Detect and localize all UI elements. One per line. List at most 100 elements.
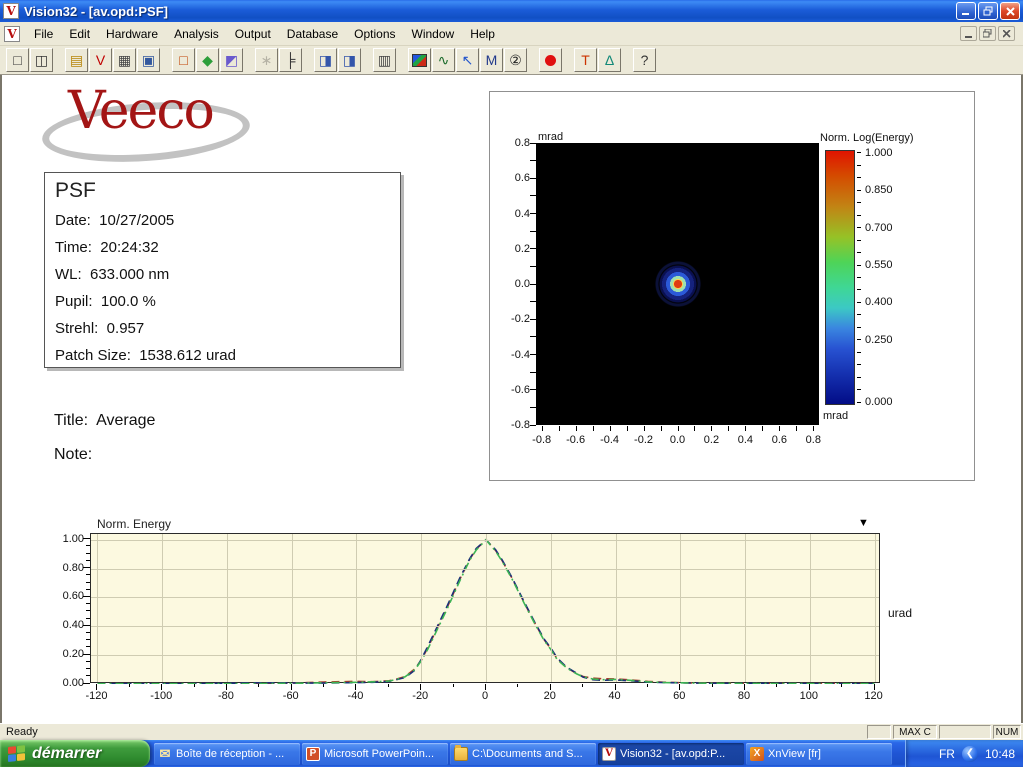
chart-y-tick — [86, 603, 90, 604]
menu-item-edit[interactable]: Edit — [61, 24, 98, 44]
new-measurement-icon: □ — [179, 52, 187, 68]
mdi-close-button[interactable] — [998, 26, 1015, 41]
title-label: Title: — [54, 412, 88, 429]
tray-hide-icon[interactable]: ❮ — [962, 746, 978, 762]
y-axis-tick — [530, 143, 536, 144]
chart-x-tick — [679, 684, 680, 690]
intensity-button[interactable]: ∗ — [255, 48, 278, 72]
open-file-button[interactable]: ▤ — [65, 48, 88, 72]
x-axis-tick — [593, 426, 594, 431]
mdi-restore-button[interactable] — [979, 26, 996, 41]
x-axis-tick-label: 0.2 — [699, 434, 723, 446]
analysis-cursor-button[interactable]: ↖ — [456, 48, 479, 72]
menu-item-options[interactable]: Options — [346, 24, 403, 44]
m-analysis-button[interactable]: M — [480, 48, 503, 72]
chart-y-tick — [86, 574, 90, 575]
taskbar-task-xnview[interactable]: XXnView [fr] — [746, 743, 892, 765]
measure-setup-button[interactable]: ◨ — [314, 48, 337, 72]
menu-items: FileEditHardwareAnalysisOutputDatabaseOp… — [26, 24, 503, 44]
taskbar-task-ppt[interactable]: PMicrosoft PowerPoin... — [302, 743, 448, 765]
mdi-minimize-button[interactable] — [960, 26, 977, 41]
status-cell-empty — [939, 725, 991, 739]
text-tool-button[interactable]: T — [574, 48, 597, 72]
new-multi-document-button[interactable]: ◫ — [30, 48, 53, 72]
chart-y-tick — [86, 560, 90, 561]
x-axis-tick — [745, 426, 746, 431]
language-indicator[interactable]: FR — [939, 747, 955, 761]
chart-gridline-v — [97, 534, 98, 682]
measure-setup-icon: ◨ — [319, 52, 332, 69]
lab-analysis-button[interactable]: Δ — [598, 48, 621, 72]
taskbar-task-mail[interactable]: ✉Boîte de réception - ... — [154, 743, 300, 765]
chart-x-tick — [129, 684, 130, 687]
close-button[interactable] — [1000, 2, 1020, 20]
new-document-button[interactable]: □ — [6, 48, 29, 72]
chart-y-tick — [86, 646, 90, 647]
minimize-button[interactable] — [956, 2, 976, 20]
folder-icon — [454, 747, 468, 761]
chart-y-tick — [86, 545, 90, 546]
caliper-button[interactable]: ╞ — [279, 48, 302, 72]
y-axis-tick-label: -0.6 — [498, 384, 530, 396]
windows-logo-icon — [8, 745, 26, 763]
chart-gridline-v — [292, 534, 293, 682]
x-axis-tick — [813, 426, 814, 431]
window-title: Vision32 - [av.opd:PSF] — [24, 4, 954, 19]
caliper-icon: ╞ — [286, 52, 296, 68]
masks-button[interactable]: ◩ — [220, 48, 243, 72]
chart-x-tick — [194, 684, 195, 687]
process-data-button[interactable]: ◆ — [196, 48, 219, 72]
x-axis-tick — [610, 426, 611, 431]
restore-button[interactable] — [978, 2, 998, 20]
chart-x-tick-label: 80 — [738, 690, 750, 702]
y-axis-tick-label: -0.4 — [498, 349, 530, 361]
zernike-button[interactable]: ② — [504, 48, 527, 72]
surface-image-button[interactable] — [408, 48, 431, 72]
task-label: Boîte de réception - ... — [176, 748, 284, 760]
clock[interactable]: 10:48 — [985, 747, 1015, 761]
taskbar: démarrer ✉Boîte de réception - ...PMicro… — [0, 740, 1023, 767]
help-button[interactable]: ? — [633, 48, 656, 72]
menu-item-window[interactable]: Window — [404, 24, 463, 44]
chart-x-tick — [258, 684, 259, 687]
menu-item-database[interactable]: Database — [279, 24, 346, 44]
save-button[interactable]: ▣ — [137, 48, 160, 72]
chart-dropdown-icon[interactable]: ▼ — [858, 517, 869, 529]
start-button[interactable]: démarrer — [0, 740, 150, 767]
chart-x-tick — [420, 684, 421, 690]
chart-x-tick — [226, 684, 227, 690]
chart-title: Norm. Energy — [97, 517, 171, 531]
y-axis-tick — [530, 178, 536, 179]
copy-data-button[interactable]: ▥ — [373, 48, 396, 72]
measure-options-button[interactable]: ◨ — [338, 48, 361, 72]
taskbar-task-folder[interactable]: C:\Documents and S... — [450, 743, 596, 765]
psf-2d-image[interactable] — [536, 143, 819, 425]
chart-x-tick — [776, 684, 777, 687]
x-axis-tick — [678, 426, 679, 431]
chart-y-tick-label: 0.20 — [54, 648, 84, 660]
menu-item-hardware[interactable]: Hardware — [98, 24, 166, 44]
chart-x-tick-label: -100 — [150, 690, 172, 702]
menu-item-file[interactable]: File — [26, 24, 61, 44]
mdi-controls — [960, 26, 1019, 41]
chart-plot-area[interactable] — [90, 533, 880, 683]
record-button[interactable] — [539, 48, 562, 72]
new-document-icon: □ — [13, 52, 21, 68]
new-measurement-button[interactable]: □ — [172, 48, 195, 72]
chart-gridline-h — [91, 569, 879, 570]
chart-x-unit-label: urad — [888, 606, 912, 620]
open-opd-file-button[interactable]: V — [89, 48, 112, 72]
taskbar-task-vision[interactable]: VVision32 - [av.opd:P... — [598, 743, 744, 765]
colorbar-tick-label: 0.550 — [865, 259, 905, 271]
copy-data-icon: ▥ — [378, 52, 391, 69]
menu-item-help[interactable]: Help — [462, 24, 503, 44]
profile-plot-button[interactable]: ∿ — [432, 48, 455, 72]
toolbar: □ ◫ ▤V▦▣ □ ◆◩ ∗ ╞ ◨ ◨ ▥ ∿↖M② TΔ? — [0, 46, 1023, 75]
chart-x-tick — [809, 684, 810, 690]
text-tool-icon: T — [581, 52, 590, 68]
profile-chart: Norm. Energy ▼ urad -120-100-80-60-40-20… — [2, 511, 1023, 723]
menu-item-output[interactable]: Output — [227, 24, 279, 44]
menu-item-analysis[interactable]: Analysis — [166, 24, 227, 44]
ppt-icon: P — [306, 747, 320, 761]
print-button[interactable]: ▦ — [113, 48, 136, 72]
